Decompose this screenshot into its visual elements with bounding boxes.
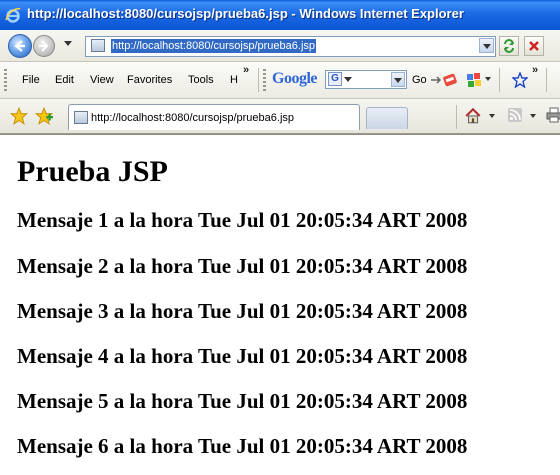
page-content: Prueba JSP Mensaje 1 a la hora Tue Jul 0… bbox=[0, 134, 560, 475]
refresh-button[interactable] bbox=[499, 36, 519, 56]
message-line: Mensaje 4 a la hora Tue Jul 01 20:05:34 … bbox=[17, 344, 468, 368]
google-logo-text: Google bbox=[272, 70, 318, 87]
message-line: Mensaje 6 a la hora Tue Jul 01 20:05:34 … bbox=[17, 434, 468, 458]
chevron-down-icon[interactable] bbox=[489, 114, 495, 118]
google-bookmarks-icon[interactable] bbox=[466, 72, 482, 88]
tab-current[interactable]: http://localhost:8080/cursojsp/prueba6.j… bbox=[68, 104, 360, 130]
toolbar-grip[interactable] bbox=[4, 69, 7, 91]
chevron-down-icon[interactable] bbox=[530, 114, 536, 118]
feeds-icon[interactable] bbox=[507, 107, 523, 123]
message-line: Mensaje 2 a la hora Tue Jul 01 20:05:34 … bbox=[17, 254, 468, 278]
address-dropdown-button[interactable] bbox=[479, 38, 494, 53]
window-title: http://localhost:8080/cursojsp/prueba6.j… bbox=[27, 6, 464, 21]
google-search-input[interactable]: G bbox=[325, 70, 407, 89]
toolbar-separator bbox=[546, 68, 547, 92]
address-toolbar: http://localhost:8080/cursojsp/prueba6.j… bbox=[0, 30, 560, 62]
window-title-bar[interactable]: http://localhost:8080/cursojsp/prueba6.j… bbox=[0, 0, 560, 30]
star-outline-icon[interactable] bbox=[512, 72, 528, 88]
menu-toolbar: File Edit View Favorites Tools H » Googl… bbox=[0, 62, 560, 99]
tab-label: http://localhost:8080/cursojsp/prueba6.j… bbox=[91, 112, 295, 124]
stop-icon bbox=[529, 41, 539, 51]
google-search-badge: G bbox=[328, 72, 342, 86]
address-url[interactable]: http://localhost:8080/cursojsp/prueba6.j… bbox=[111, 39, 317, 53]
menu-favorites[interactable]: Favorites bbox=[127, 74, 172, 86]
print-icon[interactable] bbox=[546, 107, 560, 123]
menu-tools[interactable]: Tools bbox=[188, 74, 214, 86]
google-go-button[interactable]: Go bbox=[412, 74, 427, 86]
back-arrow-icon bbox=[14, 40, 25, 52]
google-logo: Google bbox=[272, 70, 318, 88]
add-to-favorites-icon[interactable] bbox=[35, 107, 53, 125]
toolbar-separator bbox=[258, 68, 259, 92]
menu-edit[interactable]: Edit bbox=[55, 74, 74, 86]
pagerank-icon[interactable] bbox=[442, 72, 458, 88]
message-line: Mensaje 1 a la hora Tue Jul 01 20:05:34 … bbox=[17, 208, 468, 232]
stop-button[interactable] bbox=[524, 36, 544, 56]
address-bar[interactable]: http://localhost:8080/cursojsp/prueba6.j… bbox=[85, 36, 496, 57]
refresh-icon bbox=[504, 39, 514, 53]
page-icon bbox=[74, 111, 88, 124]
menu-overflow-chevron[interactable]: » bbox=[243, 64, 249, 76]
page-heading: Prueba JSP bbox=[17, 155, 168, 188]
chevron-down-icon bbox=[344, 77, 352, 82]
menu-file[interactable]: File bbox=[22, 74, 40, 86]
home-icon[interactable] bbox=[464, 107, 482, 125]
toolbar-separator bbox=[499, 68, 500, 92]
toolbar-grip[interactable] bbox=[263, 69, 266, 91]
message-line: Mensaje 5 a la hora Tue Jul 01 20:05:34 … bbox=[17, 389, 468, 413]
google-search-dropdown[interactable] bbox=[391, 72, 405, 87]
message-line: Mensaje 3 a la hora Tue Jul 01 20:05:34 … bbox=[17, 299, 468, 323]
chevron-down-icon[interactable] bbox=[485, 77, 491, 81]
toolbar-overflow-chevron[interactable]: » bbox=[532, 64, 538, 76]
new-tab-button[interactable] bbox=[366, 107, 408, 129]
menu-view[interactable]: View bbox=[90, 74, 114, 86]
forward-button[interactable] bbox=[33, 35, 55, 57]
internet-explorer-icon bbox=[5, 7, 21, 23]
page-icon bbox=[91, 39, 105, 52]
back-button[interactable] bbox=[8, 34, 32, 58]
recent-pages-dropdown[interactable] bbox=[64, 41, 72, 46]
toolbar-separator bbox=[456, 105, 457, 129]
menu-help[interactable]: H bbox=[230, 74, 238, 86]
forward-arrow-icon bbox=[39, 40, 49, 52]
favorites-center-icon[interactable] bbox=[10, 107, 28, 125]
tab-bar: http://localhost:8080/cursojsp/prueba6.j… bbox=[0, 99, 560, 134]
